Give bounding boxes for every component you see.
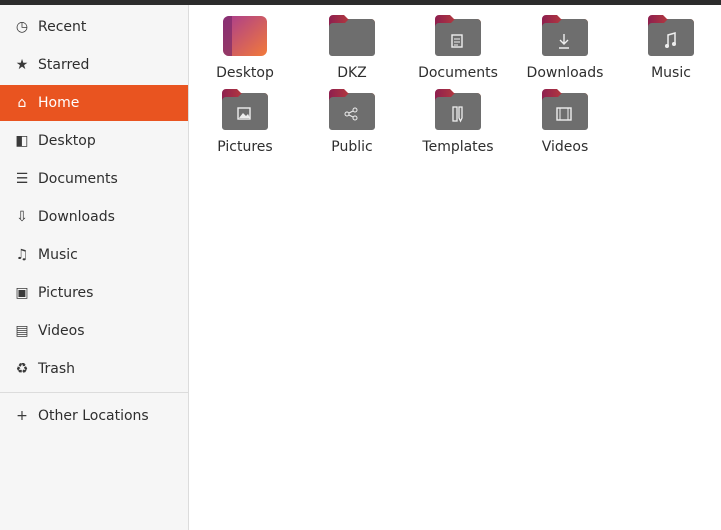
folder-label: Music (651, 65, 691, 81)
clock-icon: ◷ (15, 19, 29, 35)
folder-label: Videos (541, 139, 589, 155)
folder-label: Documents (418, 65, 498, 81)
folder-icon (512, 13, 618, 57)
sidebar-item-starred[interactable]: ★ Starred (0, 47, 188, 83)
sidebar-item-recent[interactable]: ◷ Recent (0, 9, 188, 45)
folder-icon (405, 87, 511, 131)
sidebar-item-pictures[interactable]: ▣ Pictures (0, 275, 188, 311)
file-grid: Desktop DKZ Documents Downloads Music Picture… (190, 5, 721, 530)
sidebar: ◷ Recent ★ Starred ⌂ Home ◧ Desktop ☰ Documen… (0, 5, 189, 530)
document-icon: ☰ (15, 171, 29, 187)
folder-icon (192, 13, 298, 57)
folder-dkz[interactable]: DKZ (299, 13, 405, 81)
folder-icon (192, 87, 298, 131)
folder-icon (618, 13, 721, 57)
folder-label: Pictures (217, 139, 273, 155)
sidebar-item-label: Desktop (38, 133, 96, 149)
video-icon: ▤ (15, 323, 29, 339)
sidebar-item-downloads[interactable]: ⇩ Downloads (0, 199, 188, 235)
download-icon: ⇩ (16, 209, 28, 225)
folder-downloads[interactable]: Downloads (512, 13, 618, 81)
folder-pictures[interactable]: Pictures (192, 87, 298, 155)
sidebar-item-home[interactable]: ⌂ Home (0, 85, 188, 121)
folder-icon (299, 13, 405, 57)
folder-icon (512, 87, 618, 131)
sidebar-item-label: Starred (38, 57, 90, 73)
sidebar-item-other-locations[interactable]: + Other Locations (0, 398, 188, 434)
folder-label: DKZ (337, 65, 367, 81)
sidebar-item-label: Documents (38, 171, 118, 187)
sidebar-item-label: Trash (38, 361, 75, 377)
folder-label: Desktop (216, 65, 274, 81)
folder-music[interactable]: Music (618, 13, 721, 81)
folder-icon (299, 87, 405, 131)
sidebar-item-videos[interactable]: ▤ Videos (0, 313, 188, 349)
sidebar-item-trash[interactable]: ♻ Trash (0, 351, 188, 387)
picture-icon: ▣ (15, 285, 29, 301)
folder-public[interactable]: Public (299, 87, 405, 155)
sidebar-item-label: Recent (38, 19, 87, 35)
trash-icon: ♻ (15, 361, 29, 377)
desktop-icon: ◧ (15, 133, 29, 149)
sidebar-item-label: Downloads (38, 209, 115, 225)
sidebar-divider (0, 392, 188, 393)
sidebar-item-label: Videos (38, 323, 85, 339)
sidebar-item-label: Music (38, 247, 78, 263)
folder-icon (405, 13, 511, 57)
sidebar-item-desktop[interactable]: ◧ Desktop (0, 123, 188, 159)
folder-label: Public (331, 139, 373, 155)
sidebar-item-music[interactable]: ♫ Music (0, 237, 188, 273)
folder-templates[interactable]: Templates (405, 87, 511, 155)
sidebar-item-documents[interactable]: ☰ Documents (0, 161, 188, 197)
folder-label: Templates (422, 139, 494, 155)
folder-desktop[interactable]: Desktop (192, 13, 298, 81)
sidebar-item-label: Other Locations (38, 408, 149, 424)
folder-documents[interactable]: Documents (405, 13, 511, 81)
sidebar-item-label: Home (38, 95, 80, 111)
plus-icon: + (16, 408, 28, 424)
sidebar-item-label: Pictures (38, 285, 94, 301)
folder-videos[interactable]: Videos (512, 87, 618, 155)
folder-label: Downloads (526, 65, 604, 81)
music-icon: ♫ (15, 247, 29, 263)
home-icon: ⌂ (17, 95, 27, 111)
star-icon: ★ (15, 57, 29, 73)
